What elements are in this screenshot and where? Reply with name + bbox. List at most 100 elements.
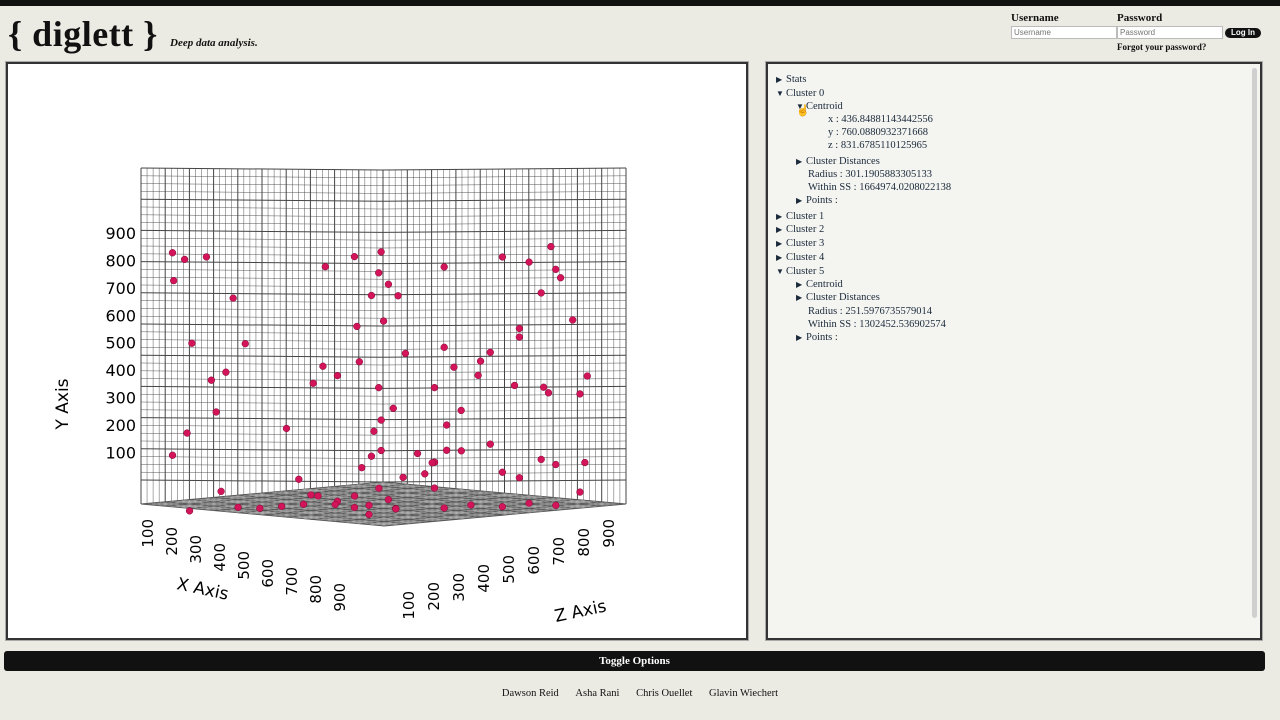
scatter-point: [365, 501, 373, 509]
scatter-point: [321, 263, 329, 271]
scatter-point: [202, 253, 211, 261]
scatter-point: [207, 376, 215, 384]
scatter-point: [552, 460, 560, 469]
tree-item-points[interactable]: ▶ Points :: [796, 195, 838, 206]
scatter-point: [384, 495, 393, 504]
scatter-point: [168, 451, 177, 459]
scatter-point: [476, 357, 485, 365]
scatter-point: [241, 340, 249, 348]
scatter-point: [299, 500, 308, 508]
scatter-point: [498, 503, 507, 511]
y-tick-label: 200: [105, 416, 136, 435]
tree-scrollbar[interactable]: [1252, 68, 1257, 618]
password-input[interactable]: [1117, 26, 1223, 39]
y-tick-label: 700: [105, 279, 136, 298]
scatter-point: [333, 371, 342, 380]
scatter-point: [440, 343, 448, 351]
tree-item-c5-points[interactable]: ▶ Points :: [796, 332, 838, 343]
scatter-point: [510, 381, 519, 390]
forgot-password-link[interactable]: Forgot your password?: [1117, 42, 1206, 52]
credit-name[interactable]: Glavin Wiechert: [709, 688, 778, 699]
cluster-tree-panel[interactable]: ▶ Stats ▼ Cluster 0 ▼ Centroid x : 436.8488…: [766, 62, 1262, 640]
z-tick-label: 400: [475, 564, 493, 593]
tree-label: Points :: [806, 195, 838, 206]
expand-right-icon: ▶: [776, 212, 783, 221]
scatter-point: [350, 503, 359, 512]
scatter-point: [180, 255, 189, 264]
x-tick-label: 700: [283, 567, 301, 596]
expand-right-icon: ▶: [776, 225, 783, 234]
scatter-point: [413, 449, 422, 458]
username-label: Username: [1011, 12, 1059, 24]
username-group: Username: [1011, 12, 1117, 39]
left-wall-grid: [140, 167, 384, 504]
z-tick-label: 600: [525, 546, 543, 575]
z-axis-label: Z Axis: [553, 596, 608, 626]
y-axis-label: Y Axis: [53, 378, 73, 430]
scatter-point: [552, 501, 560, 509]
tree-item-cluster-3[interactable]: ▶ Cluster 3: [776, 238, 824, 249]
scatter-point: [185, 507, 194, 515]
y-tick-label: 900: [105, 224, 136, 243]
cluster0-radius: Radius : 301.1905883305133: [808, 169, 932, 180]
toggle-options-button[interactable]: Toggle Options: [4, 651, 1265, 671]
expand-right-icon: ▶: [776, 253, 783, 262]
centroid-z-value: z : 831.6785110125965: [828, 140, 928, 151]
tree-item-c5-centroid[interactable]: ▶ Centroid: [796, 279, 843, 290]
scatter-point: [515, 324, 524, 333]
scatter-point: [389, 404, 397, 412]
y-tick-label: 500: [105, 334, 136, 353]
scatter-point: [377, 248, 385, 256]
scatter-point: [525, 499, 533, 507]
scatter-point: [450, 363, 458, 371]
cluster0-within-ss: Within SS : 1664974.0208022138: [808, 182, 952, 193]
expand-right-icon: ▶: [776, 75, 783, 84]
scatter-point: [319, 362, 327, 370]
scatter-point: [428, 459, 436, 467]
scatter-point: [365, 510, 373, 519]
app-logo[interactable]: { diglett }: [8, 12, 158, 56]
scatter-point: [375, 383, 383, 392]
scatter-point: [367, 291, 376, 300]
scatter-point: [440, 263, 448, 271]
scatter-point: [544, 389, 553, 397]
scatter-point: [440, 504, 448, 512]
tree-item-cluster-2[interactable]: ▶ Cluster 2: [776, 224, 824, 235]
tree-label: Centroid: [806, 101, 843, 112]
tree-item-stats[interactable]: ▶ Stats: [776, 74, 806, 85]
tree-item-cluster-1[interactable]: ▶ Cluster 1: [776, 211, 824, 222]
credit-name[interactable]: Dawson Reid: [502, 688, 559, 699]
login-button[interactable]: Log In: [1225, 28, 1261, 38]
tree-item-cluster-4[interactable]: ▶ Cluster 4: [776, 252, 824, 263]
chart-panel[interactable]: 100 200 300 400 500 600 700 800 900 100 200 300 400 5…: [6, 62, 748, 640]
scatter-point: [379, 317, 388, 325]
tree-item-c5-distances[interactable]: ▶ Cluster Distances: [796, 292, 880, 303]
z-tick-label: 800: [575, 528, 593, 557]
scatter-3d-plot[interactable]: 100 200 300 400 500 600 700 800 900 100 200 300 400 5…: [8, 64, 746, 638]
expand-right-icon: ▶: [796, 196, 803, 205]
expand-down-icon: ▼: [776, 89, 784, 98]
x-tick-label: 600: [259, 559, 277, 588]
tree-label: Cluster 0: [786, 88, 825, 99]
scatter-point: [353, 322, 361, 331]
scatter-point: [569, 316, 577, 324]
scatter-point: [498, 253, 507, 261]
username-input[interactable]: [1011, 26, 1117, 39]
tree-item-cluster-distances[interactable]: ▶ Cluster Distances: [796, 156, 880, 167]
z-tick-label: 100: [400, 591, 418, 620]
scatter-point: [457, 447, 465, 455]
scatter-point: [314, 492, 322, 500]
credit-name[interactable]: Chris Ouellet: [636, 688, 692, 699]
scatter-point: [212, 408, 220, 416]
x-tick-label: 400: [211, 543, 229, 572]
scatter-point: [537, 455, 545, 464]
scatter-point: [399, 473, 407, 482]
y-tick-label: 100: [105, 444, 136, 463]
z-tick-label: 500: [500, 555, 518, 584]
x-axis-label: X Axis: [175, 574, 230, 604]
tree-item-cluster-0[interactable]: ▼ Cluster 0: [776, 88, 824, 99]
credit-name[interactable]: Asha Rani: [575, 688, 619, 699]
scatter-point: [537, 289, 545, 297]
scatter-point: [430, 383, 439, 392]
tree-item-cluster-5[interactable]: ▼ Cluster 5: [776, 266, 824, 277]
